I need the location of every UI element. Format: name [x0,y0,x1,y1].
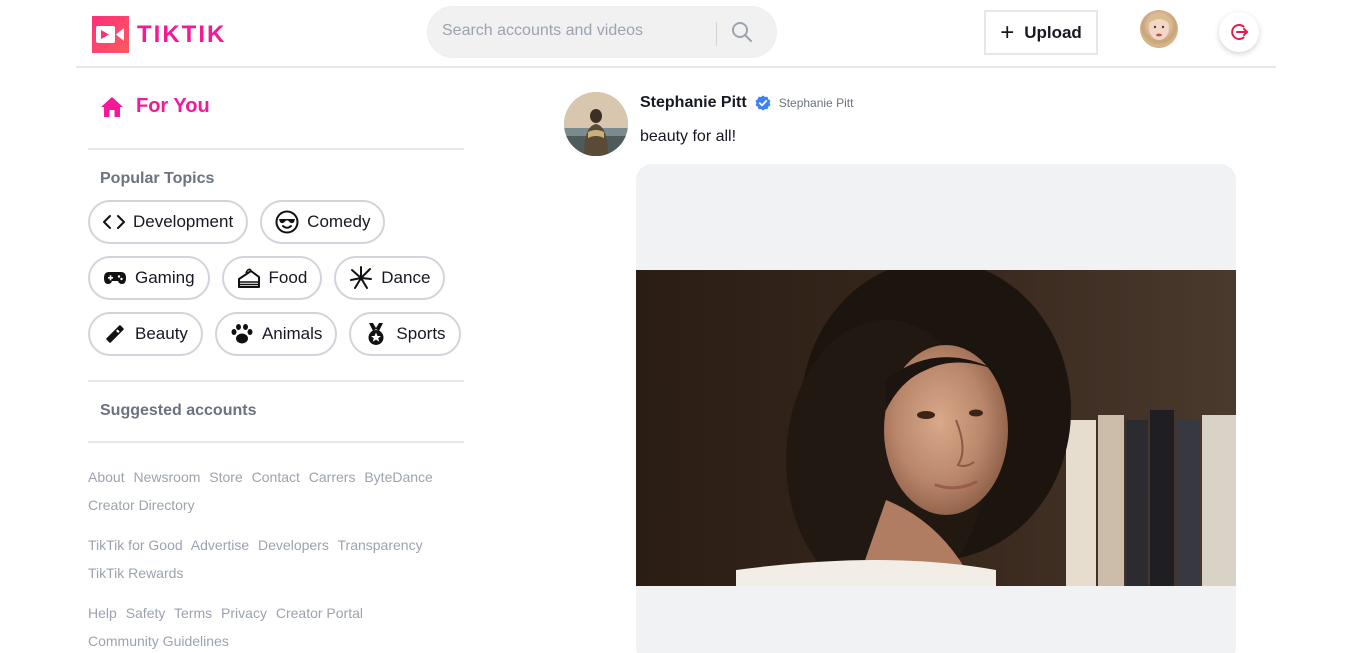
footer-link[interactable]: Advertise [191,537,249,553]
footer-link[interactable]: About [88,469,125,485]
divider [88,148,464,150]
footer-link[interactable]: Transparency [338,537,423,553]
navbar: TIKTIK + Upload [76,0,1276,68]
post-header: Stephanie Pitt Stephanie Pitt [640,94,853,112]
cake-icon [237,268,260,288]
search-input[interactable] [442,22,702,40]
suggested-accounts-title: Suggested accounts [100,402,257,419]
upload-label: Upload [1024,22,1082,42]
footer-link[interactable]: ByteDance [364,469,432,485]
topic-label: Development [133,212,234,231]
post-author-avatar[interactable] [564,92,628,156]
topic-beauty[interactable]: Beauty [88,312,203,356]
gamepad-icon [104,272,126,284]
video-player[interactable] [636,270,1236,586]
footer-link[interactable]: Developers [258,537,329,553]
topic-label: Food [268,268,308,287]
paw-icon [231,324,253,344]
topic-label: Animals [261,324,323,343]
footer-link[interactable]: Store [209,469,242,485]
footer-group-3: Help Safety Terms Privacy Creator Portal… [88,599,464,653]
footer-link[interactable]: Carrers [309,469,356,485]
dancer-icon [350,266,373,289]
code-icon [103,215,125,229]
topic-gaming[interactable]: Gaming [88,256,210,300]
footer-link[interactable]: Community Guidelines [88,633,229,649]
footer-link[interactable]: Privacy [221,605,267,621]
topic-label: Beauty [135,324,188,343]
logo-text: TIKTIK [137,20,227,48]
footer-link[interactable]: Creator Portal [276,605,363,621]
footer-link[interactable]: Terms [174,605,212,621]
post-author-handle: Stephanie Pitt [778,96,854,110]
footer-group-1: About Newsroom Store Contact Carrers Byt… [88,463,464,519]
post-author-name[interactable]: Stephanie Pitt [640,94,747,112]
topic-label: Gaming [135,268,195,287]
topic-label: Sports [396,324,446,343]
topic-dance[interactable]: Dance [334,256,446,300]
footer-link[interactable]: TikTik for Good [88,537,183,553]
footer-link[interactable]: Help [88,605,117,621]
video-container [636,164,1236,653]
footer-link[interactable]: Safety [126,605,166,621]
logout-button[interactable] [1219,12,1259,52]
topic-animals[interactable]: Animals [214,312,338,356]
post-caption: beauty for all! [640,128,737,145]
user-avatar[interactable] [1140,10,1178,48]
footer-link[interactable]: Creator Directory [88,497,195,513]
topic-comedy[interactable]: Comedy [260,200,386,244]
topic-development[interactable]: Development [88,200,249,244]
sunglasses-face-icon [275,210,299,234]
footer-links: About Newsroom Store Contact Carrers Byt… [88,463,464,653]
lipstick-icon [106,325,124,343]
topics-list: Development Comedy Gaming Food Dance Bea… [88,200,464,356]
logout-icon [1231,24,1248,40]
logo[interactable]: TIKTIK [92,16,226,53]
for-you-link[interactable]: For You [88,80,464,133]
medal-icon [368,323,384,345]
divider [88,380,464,382]
popular-topics-title: Popular Topics [100,170,215,187]
search-bar [427,6,777,58]
search-divider [716,22,717,46]
footer-group-2: TikTik for Good Advertise Developers Tra… [88,531,464,587]
sidebar: For You Popular Topics Development Comed… [88,80,464,653]
verified-badge-icon [755,95,771,111]
topic-label: Dance [381,268,431,287]
topic-label: Comedy [307,212,371,231]
footer-link[interactable]: Contact [252,469,300,485]
search-icon[interactable] [731,21,755,45]
footer-link[interactable]: Newsroom [133,469,200,485]
footer-link[interactable]: TikTik Rewards [88,565,183,581]
plus-icon: + [1000,18,1015,46]
topic-food[interactable]: Food [221,256,323,300]
for-you-label: For You [136,95,210,117]
divider [88,441,464,443]
topic-sports[interactable]: Sports [349,312,461,356]
home-icon [101,96,123,117]
upload-button[interactable]: + Upload [984,10,1098,55]
logo-video-icon [92,16,129,53]
